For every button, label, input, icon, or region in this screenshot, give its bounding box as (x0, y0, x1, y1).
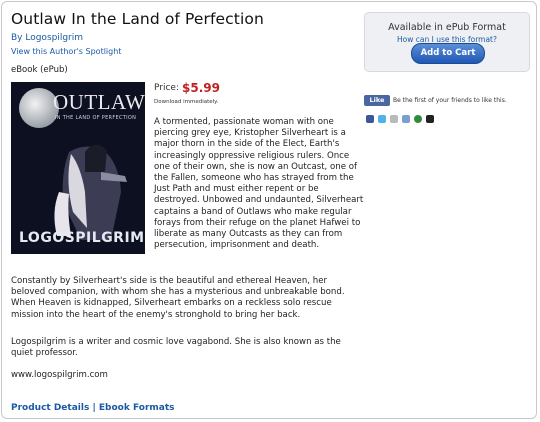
product-panel: Outlaw In the Land of Perfection By Logo… (1, 1, 537, 419)
like-prompt-text: Be the first of your friends to like thi… (393, 97, 507, 104)
digg-icon[interactable] (426, 114, 434, 123)
bookmark-icon[interactable] (402, 114, 410, 123)
product-details-link[interactable]: Product Details (11, 403, 89, 413)
description-paragraph: Constantly by Silverheart's side is the … (11, 276, 345, 320)
footer-separator: | (92, 403, 96, 413)
book-cover[interactable]: OUTLAW IN THE LAND OF PERFECTION LOGOSPI… (11, 82, 145, 254)
facebook-like-button[interactable]: Like (364, 95, 390, 106)
format-label: eBook (ePub) (11, 65, 68, 75)
ebook-formats-link[interactable]: Ebook Formats (99, 403, 175, 413)
author-spotlight-link[interactable]: View this Author's Spotlight (11, 47, 121, 56)
facebook-icon[interactable] (366, 114, 374, 123)
stumble-icon[interactable] (414, 114, 422, 123)
cover-title: OUTLAW (53, 90, 145, 114)
share-icons (366, 108, 438, 127)
twitter-icon[interactable] (378, 114, 386, 123)
page-title: Outlaw In the Land of Perfection (11, 10, 264, 28)
price-value: $5.99 (182, 81, 220, 95)
buy-box: Available in ePub Format How can I use t… (364, 12, 530, 72)
cover-subtitle: IN THE LAND OF PERFECTION (55, 115, 137, 121)
price-label: Price: (154, 83, 179, 93)
cover-author: LOGOSPILGRIM (19, 230, 145, 246)
author-bio: Logospilgrim is a writer and cosmic love… (11, 337, 341, 359)
add-to-cart-button[interactable]: Add to Cart (411, 43, 485, 64)
author-link[interactable]: By Logospilgrim (11, 33, 83, 43)
availability-text: Available in ePub Format (388, 22, 506, 33)
share-icon[interactable] (390, 114, 398, 123)
footer-links: Product Details | Ebook Formats (11, 403, 175, 413)
download-note: Download immediately. (154, 99, 219, 105)
facebook-like-widget: Like Be the first of your friends to like… (364, 95, 507, 106)
cover-figures-illustration (54, 144, 127, 240)
author-website: www.logospilgrim.com (11, 370, 108, 380)
description-paragraph: A tormented, passionate woman with one p… (154, 117, 364, 251)
